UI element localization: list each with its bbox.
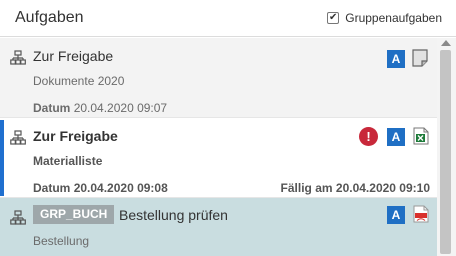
priority-alert-icon[interactable]: ! — [359, 127, 378, 146]
scroll-up-arrow-icon[interactable] — [441, 40, 451, 46]
group-tag: GRP_BUCH — [33, 205, 115, 224]
date-value: 20.04.2020 09:08 — [73, 181, 168, 195]
due-label: Fällig am — [280, 181, 333, 195]
panel-header: Aufgaben ✔ Gruppenaufgaben — [0, 0, 456, 37]
workflow-tree-icon — [10, 210, 26, 225]
group-tasks-checkbox[interactable]: ✔ — [327, 12, 340, 24]
task-list: Zur Freigabe Dokumente 2020 Datum 20.04.… — [0, 38, 437, 256]
task-item-selected[interactable]: GRP_BUCH Bestellung prüfen Bestellung A — [0, 198, 437, 256]
task-title: Zur Freigabe — [33, 128, 118, 144]
task-item[interactable]: Zur Freigabe Dokumente 2020 Datum 20.04.… — [0, 38, 437, 118]
task-title: Zur Freigabe — [33, 48, 114, 64]
task-date: Datum 20.04.2020 09:08 — [33, 181, 168, 195]
task-due-date: Fällig am 20.04.2020 09:10 — [281, 181, 430, 195]
date-value: 20.04.2020 09:07 — [73, 101, 168, 115]
assignee-badge[interactable]: A — [387, 128, 405, 146]
task-subtitle: Dokumente 2020 — [33, 74, 125, 88]
task-subtitle: Materialliste — [33, 154, 103, 168]
scroll-thumb[interactable] — [440, 50, 451, 254]
task-date: Datum 20.04.2020 09:07 — [33, 101, 167, 115]
assignee-badge[interactable]: A — [387, 50, 405, 68]
task-subtitle: Bestellung — [33, 234, 90, 248]
excel-file-icon[interactable] — [413, 127, 429, 145]
task-item[interactable]: Zur Freigabe Materialliste Datum 20.04.2… — [0, 118, 437, 198]
group-tasks-label: Gruppenaufgaben — [345, 11, 442, 25]
generic-document-icon[interactable] — [412, 49, 428, 67]
panel-title: Aufgaben — [15, 9, 84, 26]
due-value: 20.04.2020 09:10 — [335, 181, 430, 195]
assignee-badge[interactable]: A — [387, 206, 405, 224]
active-indicator — [0, 120, 4, 196]
group-tasks-toggle[interactable]: ✔ Gruppenaufgaben — [327, 11, 442, 25]
date-label: Datum — [33, 181, 71, 195]
vertical-scrollbar[interactable] — [437, 38, 456, 256]
task-title: Bestellung prüfen — [119, 207, 228, 223]
workflow-tree-icon — [10, 130, 26, 145]
date-label: Datum — [33, 101, 71, 115]
pdf-file-icon[interactable] — [413, 205, 429, 223]
workflow-tree-icon — [10, 50, 26, 65]
tasks-panel: Aufgaben ✔ Gruppenaufgaben Zur Freigabe … — [0, 0, 456, 256]
